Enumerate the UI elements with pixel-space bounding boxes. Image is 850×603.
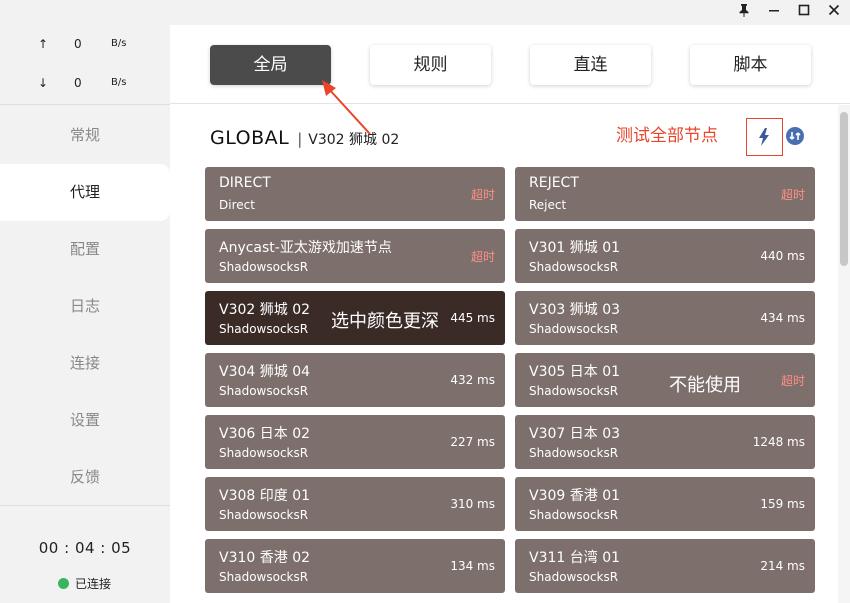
mode-direct-button[interactable]: 直连	[530, 45, 651, 85]
proxy-card[interactable]: V305 日本 01 ShadowsocksR 超时	[515, 353, 815, 407]
proxy-card[interactable]: V310 香港 02 ShadowsocksR 134 ms	[205, 539, 505, 593]
proxy-card[interactable]: REJECT Reject 超时	[515, 167, 815, 221]
proxy-type: ShadowsocksR	[529, 260, 619, 274]
proxy-name: V304 狮城 04	[219, 364, 311, 380]
proxy-latency: 445 ms	[450, 311, 495, 325]
proxy-latency: 159 ms	[760, 497, 805, 511]
proxy-name: V305 日本 01	[529, 364, 621, 380]
proxy-card[interactable]: DIRECT Direct 超时	[205, 167, 505, 221]
traffic-panel: ↑ 0 B/s ↓ 0 B/s	[0, 25, 170, 105]
annotation-unusable: 不能使用	[669, 375, 741, 396]
proxy-name: V307 日本 03	[529, 426, 621, 442]
proxy-latency: 超时	[780, 374, 805, 388]
download-unit: B/s	[111, 77, 127, 88]
annotation-selected: 选中颜色更深	[331, 311, 439, 332]
uptime-timer: 00 : 04 : 05	[38, 539, 132, 557]
proxy-name: V303 狮城 03	[529, 302, 621, 318]
status-indicator: 已连接	[58, 575, 111, 592]
proxy-name: V310 香港 02	[219, 550, 311, 566]
proxy-name: REJECT	[529, 175, 579, 191]
proxy-latency: 1248 ms	[752, 435, 805, 449]
upload-arrow-icon: ↑	[38, 37, 49, 51]
proxy-type: Reject	[529, 198, 567, 212]
sidebar-item-settings[interactable]: 设置	[0, 392, 170, 449]
minimize-icon[interactable]	[764, 3, 784, 23]
mode-script-button[interactable]: 脚本	[690, 45, 811, 85]
sidebar: ↑ 0 B/s ↓ 0 B/s 常规 代理 配置 日志 连接 设置 反馈 00 …	[0, 25, 170, 603]
proxy-latency: 214 ms	[760, 559, 805, 573]
proxy-name: V302 狮城 02	[219, 302, 311, 318]
upload-unit: B/s	[111, 38, 127, 49]
proxy-latency: 227 ms	[450, 435, 495, 449]
proxy-name: V308 印度 01	[219, 488, 311, 504]
scrollbar-thumb[interactable]	[840, 112, 848, 266]
proxy-type: ShadowsocksR	[529, 446, 619, 460]
sidebar-item-connections[interactable]: 连接	[0, 335, 170, 392]
proxy-type: ShadowsocksR	[219, 508, 309, 522]
maximize-icon[interactable]	[794, 3, 814, 23]
proxy-name: V311 台湾 01	[529, 550, 621, 566]
pin-icon[interactable]	[734, 3, 754, 23]
proxy-card[interactable]: V311 台湾 01 ShadowsocksR 214 ms	[515, 539, 815, 593]
lightning-icon	[759, 128, 769, 146]
proxy-type: ShadowsocksR	[219, 260, 309, 274]
proxy-type: ShadowsocksR	[529, 384, 619, 398]
proxy-name: V306 日本 02	[219, 426, 311, 442]
sidebar-item-proxy[interactable]: 代理	[0, 164, 170, 221]
proxy-card[interactable]: V307 日本 03 ShadowsocksR 1248 ms	[515, 415, 815, 469]
proxy-type: Direct	[219, 198, 255, 212]
title-bar	[0, 0, 850, 25]
proxy-name: DIRECT	[219, 175, 271, 191]
proxy-type: ShadowsocksR	[529, 322, 619, 336]
sidebar-item-logs[interactable]: 日志	[0, 278, 170, 335]
proxy-type: ShadowsocksR	[529, 570, 619, 584]
proxy-name: Anycast-亚太游戏加速节点	[219, 240, 392, 256]
annotation-arrow	[322, 80, 371, 135]
proxy-card[interactable]: V308 印度 01 ShadowsocksR 310 ms	[205, 477, 505, 531]
status-label: 已连接	[75, 577, 112, 591]
mode-bar: 全局 规则 直连 脚本	[170, 25, 850, 104]
proxy-type: ShadowsocksR	[529, 508, 619, 522]
status-dot-icon	[58, 578, 69, 589]
close-icon[interactable]	[824, 3, 844, 23]
proxy-name: V309 香港 01	[529, 488, 621, 504]
download-value: 0	[74, 76, 82, 90]
proxy-latency: 134 ms	[450, 559, 495, 573]
proxy-card[interactable]: V309 香港 01 ShadowsocksR 159 ms	[515, 477, 815, 531]
proxy-card[interactable]: Anycast-亚太游戏加速节点 ShadowsocksR 超时	[205, 229, 505, 283]
proxy-latency: 434 ms	[760, 311, 805, 325]
group-name: GLOBAL	[210, 127, 290, 149]
proxy-type: ShadowsocksR	[219, 384, 309, 398]
mode-rule-button[interactable]: 规则	[370, 45, 491, 85]
proxy-type: ShadowsocksR	[219, 446, 309, 460]
main-panel: 全局 规则 直连 脚本 GLOBAL | V302 狮城 02 测试全部节点 DIR…	[170, 25, 850, 603]
download-speed: ↓ 0 B/s	[0, 76, 170, 94]
upload-speed: ↑ 0 B/s	[0, 37, 170, 55]
sidebar-item-feedback[interactable]: 反馈	[0, 449, 170, 506]
proxy-latency: 超时	[470, 250, 495, 264]
sidebar-nav: 常规 代理 配置 日志 连接 设置 反馈	[0, 107, 170, 506]
download-arrow-icon: ↓	[38, 76, 49, 90]
sidebar-item-general[interactable]: 常规	[0, 107, 170, 164]
proxy-card[interactable]: V304 狮城 04 ShadowsocksR 432 ms	[205, 353, 505, 407]
upload-value: 0	[74, 37, 82, 51]
proxy-type: ShadowsocksR	[219, 322, 309, 336]
proxy-name: V301 狮城 01	[529, 240, 621, 256]
latency-test-button[interactable]	[746, 118, 783, 156]
sidebar-item-config[interactable]: 配置	[0, 221, 170, 278]
proxy-card[interactable]: V303 狮城 03 ShadowsocksR 434 ms	[515, 291, 815, 345]
proxy-type: ShadowsocksR	[219, 570, 309, 584]
proxy-latency: 440 ms	[760, 249, 805, 263]
proxy-card[interactable]: V306 日本 02 ShadowsocksR 227 ms	[205, 415, 505, 469]
proxy-latency: 310 ms	[450, 497, 495, 511]
proxy-latency: 超时	[780, 188, 805, 202]
proxy-latency: 432 ms	[450, 373, 495, 387]
connection-status: 00 : 04 : 05 已连接	[0, 505, 170, 603]
proxy-latency: 超时	[470, 188, 495, 202]
annotation-test-all: 测试全部节点	[616, 126, 718, 146]
locate-icon[interactable]	[786, 127, 804, 145]
proxy-card[interactable]: V301 狮城 01 ShadowsocksR 440 ms	[515, 229, 815, 283]
